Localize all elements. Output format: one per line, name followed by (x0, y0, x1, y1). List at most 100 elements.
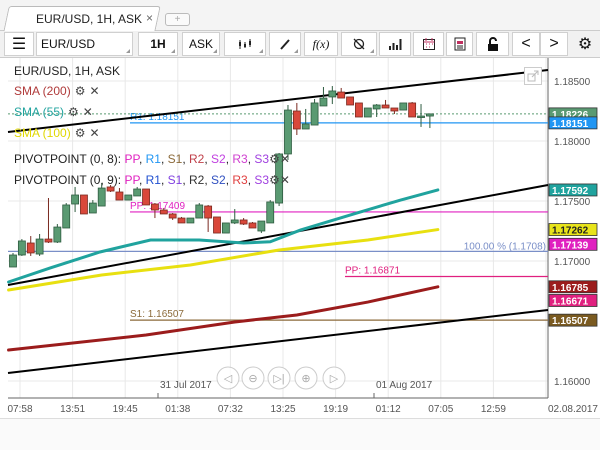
legend-pivot[interactable]: PIVOTPOINT (0, 9): PP, R1, S1, R2, S2, R… (14, 173, 290, 187)
candle-body (337, 91, 346, 99)
sma-label: SMA (200) (14, 84, 71, 98)
pivot-level: S2 (211, 152, 226, 166)
expand-chart-button[interactable] (524, 67, 542, 85)
pivot-level: R1 (145, 173, 161, 187)
news-button[interactable] (446, 32, 473, 56)
close-icon[interactable]: ✕ (280, 152, 290, 166)
candle-body (425, 113, 434, 117)
close-icon[interactable]: ✕ (280, 173, 290, 187)
day-marker-label: 01 Aug 2017 (376, 380, 433, 391)
time-tick-label: 13:51 (60, 404, 85, 415)
candle-body (17, 240, 26, 256)
sma-label: SMA (55) (14, 105, 65, 119)
close-icon[interactable]: ✕ (89, 126, 99, 140)
volume-button[interactable] (379, 32, 411, 56)
candle-body (53, 226, 62, 243)
candle-body (390, 107, 399, 112)
candle-body (328, 90, 337, 98)
period-value: 1H (150, 37, 166, 51)
tab-bar: EUR/USD, 1H, ASK × + (0, 0, 600, 32)
instrument-select[interactable]: EUR/USD (36, 32, 133, 56)
legend-sma[interactable]: SMA (100) ⚙ ✕ (14, 126, 100, 140)
candle-body (292, 110, 301, 130)
scroll-right-button[interactable]: > (540, 32, 568, 56)
day-marker-label: 31 Jul 2017 (160, 380, 212, 391)
legend-sma[interactable]: SMA (55) ⚙ ✕ (14, 105, 93, 119)
fib-level-label: 100.00 % (1.1708) (464, 241, 546, 252)
price-tag-label: 1.16785 (552, 283, 589, 294)
settings-button[interactable]: ⚙ (572, 32, 598, 56)
tab-label[interactable]: EUR/USD, 1H, ASK (36, 12, 142, 26)
gear-icon[interactable]: ⚙ (75, 84, 86, 98)
indicators-button[interactable]: f(x) (304, 32, 338, 56)
chart-type-button[interactable] (224, 32, 266, 56)
candle-body (204, 205, 213, 219)
period-select[interactable]: 1H (138, 32, 178, 56)
price-tag-label: 1.16507 (552, 316, 589, 327)
candle-body (319, 97, 328, 107)
crosshair-button[interactable] (341, 32, 377, 56)
price-tick-label: 1.18500 (554, 77, 591, 88)
menu-button[interactable]: ☰ (4, 32, 34, 56)
gear-icon: ⚙ (577, 36, 593, 53)
pivot-level: R3 (232, 152, 248, 166)
price-tag-label: 1.18151 (552, 119, 589, 130)
candle-body (168, 213, 177, 219)
side-select[interactable]: ASK (182, 32, 220, 56)
scroll-forward-icon: ▷ (330, 373, 339, 385)
candle-body (266, 201, 275, 224)
gear-icon[interactable]: ⚙ (75, 126, 86, 140)
time-tick-label: 07:05 (428, 404, 453, 415)
price-tick-label: 1.17500 (554, 197, 591, 208)
crosshair-icon (353, 38, 365, 50)
scroll-back-icon: ◁ (224, 373, 233, 385)
close-icon[interactable]: ✕ (83, 105, 93, 119)
candle-body (97, 187, 106, 207)
candle-body (106, 186, 115, 192)
level-label: S1: 1.16507 (130, 309, 184, 320)
legend-title: EUR/USD, 1H, ASK (14, 64, 121, 78)
candle-body (408, 102, 417, 118)
pivot-level: S3 (254, 173, 270, 187)
gear-icon[interactable]: ⚙ (269, 173, 280, 187)
scroll-left-button[interactable]: < (512, 32, 540, 56)
candle-body (9, 254, 17, 268)
legend-sma[interactable]: SMA (200) ⚙ ✕ (14, 84, 100, 98)
candle-body (239, 219, 248, 225)
pivot-level: R3 (232, 173, 248, 187)
close-icon[interactable]: ✕ (89, 84, 99, 98)
time-tick-label: 12:59 (481, 404, 506, 415)
candle-body (257, 220, 266, 232)
candle-body (142, 188, 150, 206)
pivot-level: S3 (254, 152, 270, 166)
legend-pivot[interactable]: PIVOTPOINT (0, 8): PP, R1, S1, R2, S2, R… (14, 152, 290, 166)
candle-body (80, 194, 88, 215)
calendar-button[interactable] (413, 32, 444, 56)
tab-close-icon[interactable]: × (146, 11, 153, 25)
candle-body (195, 204, 204, 219)
fx-icon: f(x) (312, 36, 330, 51)
price-tick-label: 1.17000 (554, 257, 591, 268)
candle-body (177, 217, 186, 224)
level-label: PP: 1.16871 (345, 265, 400, 276)
add-tab-button[interactable]: + (165, 13, 190, 26)
price-tick-label: 1.18000 (554, 137, 591, 148)
toolbar: ☰ EUR/USD 1H ASK f(x) < > ⚙ (0, 31, 600, 58)
candle-body (372, 104, 381, 110)
candle-body (159, 209, 168, 215)
expand-icon (527, 70, 539, 82)
drawing-button[interactable] (269, 32, 301, 56)
candle-body (310, 102, 319, 126)
price-tick-label: 1.16000 (554, 377, 591, 388)
price-tag-label: 1.17592 (552, 186, 589, 197)
zoom-in-icon: ⊕ (301, 373, 310, 385)
gear-icon[interactable]: ⚙ (68, 105, 79, 119)
side-value: ASK (188, 37, 213, 51)
pivot-level: R2 (189, 152, 205, 166)
pivot-label: PIVOTPOINT (0, 8): (14, 152, 122, 166)
candle-body (26, 242, 35, 254)
lock-button[interactable] (476, 32, 509, 56)
unlock-icon (487, 36, 498, 51)
candle-body (88, 202, 97, 214)
gear-icon[interactable]: ⚙ (269, 152, 280, 166)
